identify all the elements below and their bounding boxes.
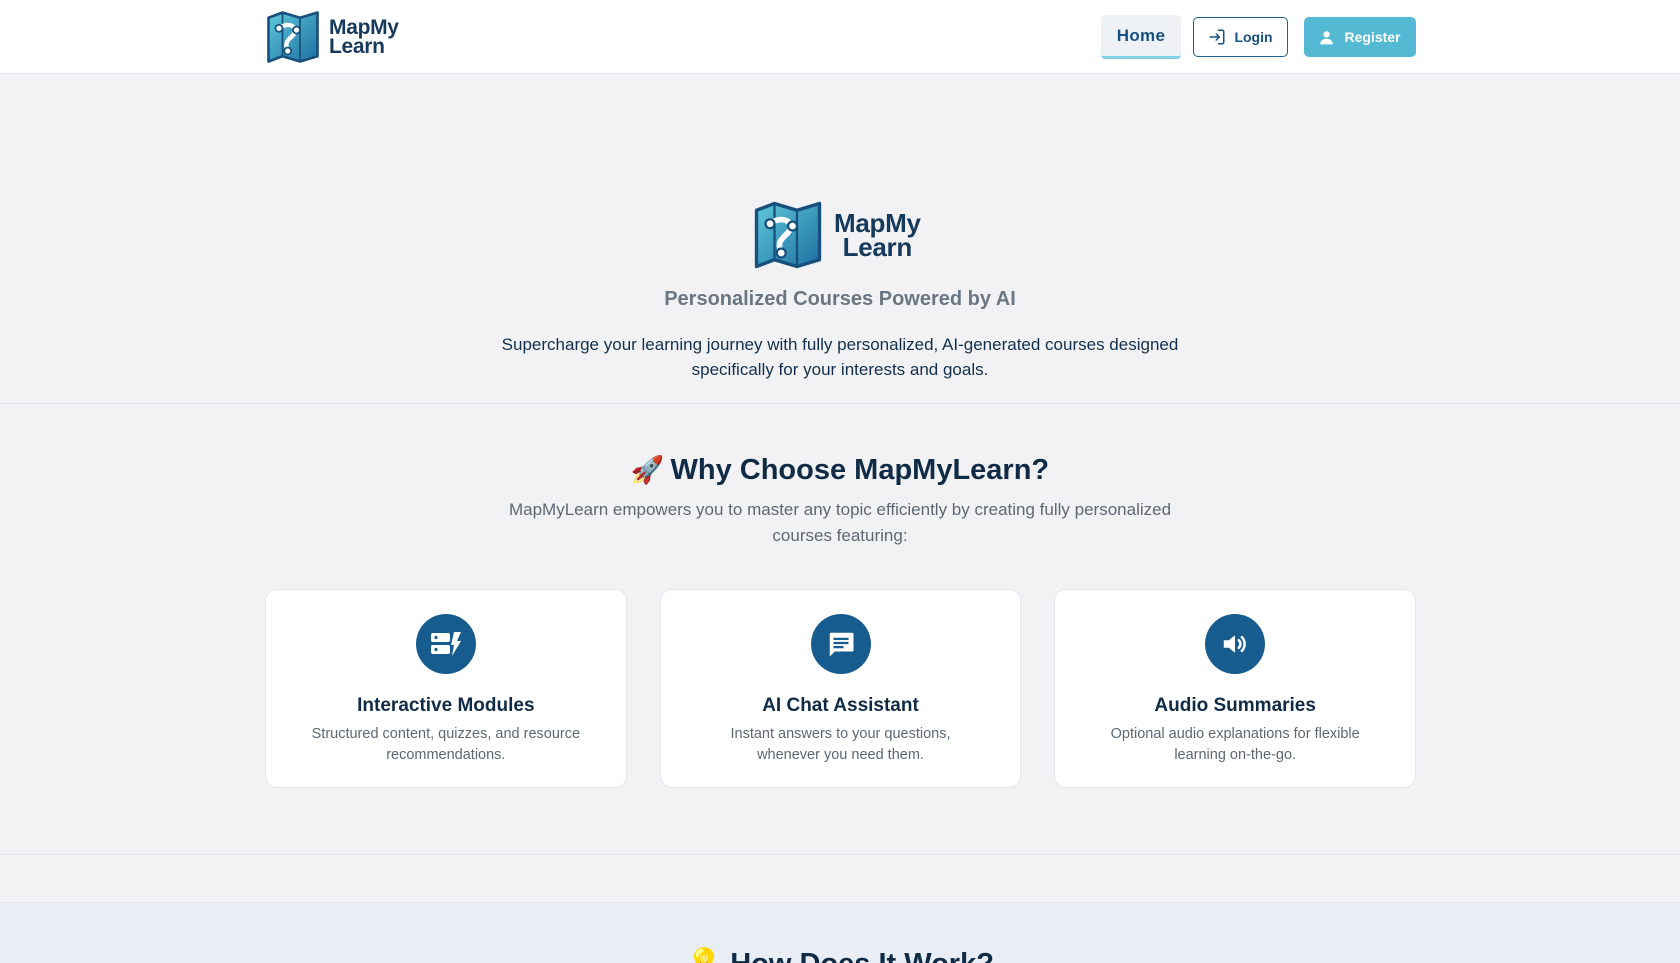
feature-text: Structured content, quizzes, and resourc… [311,726,581,763]
hero-brand-line2: Learn [842,232,913,262]
login-icon [1209,29,1225,45]
why-title: 🚀 Why Choose MapMyLearn? [0,454,1680,487]
modules-icon [415,614,476,674]
feature-card-modules: Interactive Modules Structured content, … [265,589,627,788]
feature-title: Audio Summaries [1154,695,1316,716]
register-label: Register [1344,29,1401,45]
feature-text: Instant answers to your questions, whene… [730,726,951,763]
user-icon [1320,30,1334,44]
brand-logo[interactable]: MapMy Learn [265,9,399,65]
login-label: Login [1234,29,1273,45]
feature-card-audio: Audio Summaries Optional audio explanati… [1054,589,1417,788]
map-logo-icon [754,201,822,269]
rocket-icon: 🚀 [630,455,665,485]
hero-section: MapMy Learn Personalized Courses Powered… [0,74,1680,404]
brand-name: MapMy Learn [329,17,399,58]
section-spacer [0,855,1680,903]
hero-description: Supercharge your learning journey with f… [501,335,1179,379]
feature-title: AI Chat Assistant [762,695,919,716]
lightbulb-icon: 💡 [686,948,722,963]
why-title-text: Why Choose MapMyLearn? [670,454,1050,486]
why-description: MapMyLearn empowers you to master any to… [508,500,1172,545]
nav-actions: Home Login Register [1101,15,1416,59]
how-title-text: How Does It Work? [730,948,994,963]
navbar: MapMy Learn Home Login Register [0,0,1680,74]
brand-name-line2: Learn [329,35,385,58]
map-logo-icon [267,11,319,63]
how-section: 💡 How Does It Work? [0,903,1680,963]
login-button[interactable]: Login [1193,17,1288,57]
audio-icon [1205,614,1266,674]
feature-text: Optional audio explanations for flexible… [1110,726,1360,763]
feature-title: Interactive Modules [357,695,535,716]
chat-icon [810,614,871,674]
how-title: 💡 How Does It Work? [0,947,1680,963]
feature-card-chat: AI Chat Assistant Instant answers to you… [659,589,1022,788]
hero-brand-name: MapMy Learn [834,210,921,262]
nav-home-link[interactable]: Home [1101,15,1181,59]
hero-logo: MapMy Learn [752,199,921,271]
feature-cards: Interactive Modules Structured content, … [265,589,1417,788]
hero-tagline: Personalized Courses Powered by AI [664,288,1016,310]
register-button[interactable]: Register [1304,17,1416,57]
